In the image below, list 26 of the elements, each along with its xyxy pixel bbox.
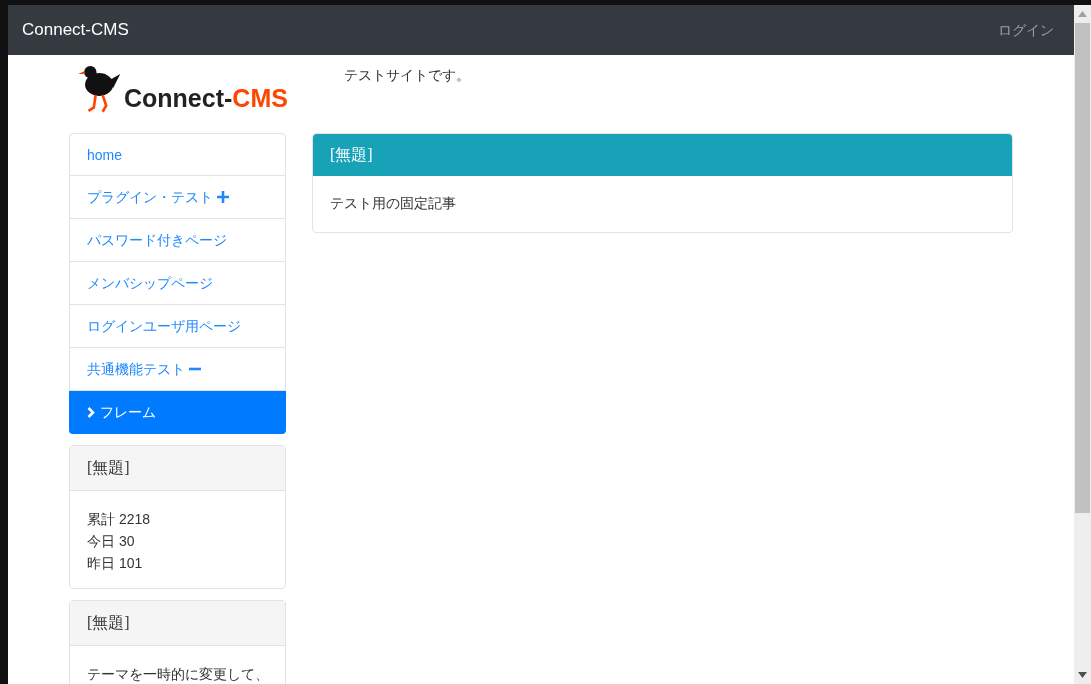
frame-title: [無題] bbox=[313, 134, 1012, 176]
site-tagline: テストサイトです。 bbox=[344, 66, 470, 85]
menu-item[interactable]: パスワード付きページ bbox=[69, 219, 286, 262]
frame-title: [無題] bbox=[70, 601, 285, 646]
menu-item[interactable]: フレーム bbox=[69, 391, 286, 434]
scrollbar[interactable] bbox=[1074, 5, 1091, 684]
frame-text: テスト用の固定記事 bbox=[329, 194, 457, 213]
menu-item[interactable]: プラグイン・テスト bbox=[69, 176, 286, 219]
frame-title: [無題] bbox=[70, 446, 285, 491]
menu-item[interactable]: メンバシップページ bbox=[69, 262, 286, 305]
site-brand[interactable]: Connect-CMS bbox=[22, 17, 129, 43]
scroll-up-icon[interactable] bbox=[1078, 11, 1087, 17]
menu-item[interactable]: home bbox=[69, 133, 286, 176]
plus-icon bbox=[217, 191, 229, 203]
frame-text-line: 今日 30 bbox=[87, 532, 136, 551]
login-link[interactable]: ログイン bbox=[998, 19, 1054, 41]
frame-text-line: 累計 2218 bbox=[87, 510, 152, 529]
frame-text-line: 昨日 101 bbox=[87, 554, 144, 573]
menu-item[interactable]: 共通機能テスト bbox=[69, 348, 286, 391]
chevron-right-icon bbox=[87, 407, 95, 418]
logo-wordmark: Connect-CMS bbox=[124, 85, 288, 111]
scroll-down-icon[interactable] bbox=[1078, 672, 1087, 678]
bird-logo-icon bbox=[78, 63, 122, 113]
scrollbar-thumb[interactable] bbox=[1075, 23, 1090, 513]
menu-item[interactable]: ログインユーザ用ページ bbox=[69, 305, 286, 348]
frame-text-line: テーマを一時的に変更して、 bbox=[87, 665, 270, 684]
